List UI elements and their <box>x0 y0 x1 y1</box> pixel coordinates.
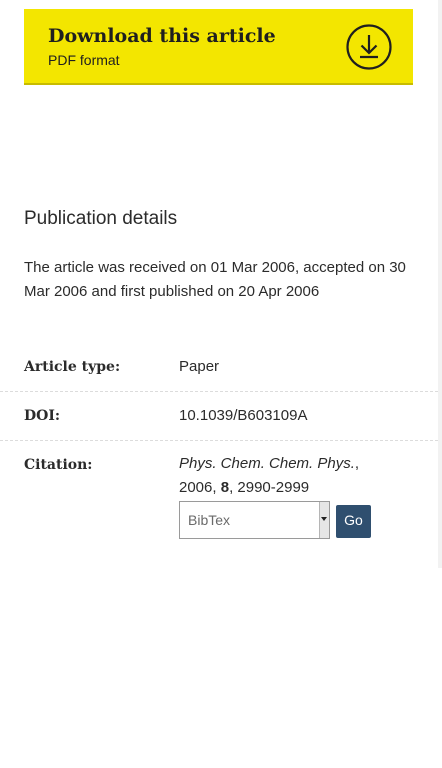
download-article-button[interactable]: Download this article PDF format <box>24 9 413 85</box>
citation-details-line: 2006, 8, 2990-2999 <box>179 479 309 496</box>
citation-label: Citation: <box>24 457 93 473</box>
download-title: Download this article <box>48 25 276 47</box>
doi-value[interactable]: 10.1039/B603109A <box>179 407 307 424</box>
citation-format-value: BibTex <box>188 512 231 528</box>
citation-comma: , <box>354 455 360 472</box>
publication-details-heading: Publication details <box>24 208 178 229</box>
row-divider <box>0 391 438 392</box>
chevron-down-icon <box>321 517 327 521</box>
row-divider <box>0 440 438 441</box>
citation-volume: 8 <box>220 479 230 496</box>
citation-journal: Phys. Chem. Chem. Phys. <box>179 455 355 472</box>
scroll-strip <box>438 0 442 568</box>
article-sidebar-page: Download this article PDF format Publica… <box>0 0 442 768</box>
doi-label: DOI: <box>24 408 61 424</box>
citation-go-button[interactable]: Go <box>336 505 371 538</box>
publication-dates-text: The article was received on 01 Mar 2006,… <box>24 259 406 300</box>
article-type-value: Paper <box>179 358 220 375</box>
citation-journal-line: Phys. Chem. Chem. Phys., <box>179 455 359 472</box>
citation-year: 2006, <box>179 479 221 496</box>
article-type-label: Article type: <box>24 359 121 375</box>
citation-format-select[interactable]: BibTex <box>179 501 330 539</box>
download-arrow-icon <box>346 24 392 70</box>
select-dropdown-button[interactable] <box>319 502 329 538</box>
download-format-label: PDF format <box>48 52 120 68</box>
citation-pages: , 2990-2999 <box>229 479 310 496</box>
